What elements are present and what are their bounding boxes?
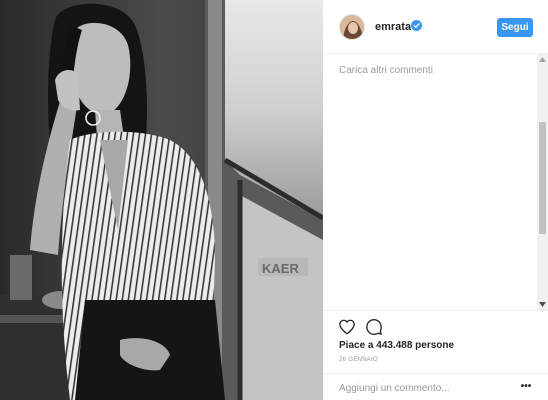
username[interactable]: emrata xyxy=(375,21,411,33)
likes-count[interactable]: Piace a 443.488 persone xyxy=(339,340,454,351)
post-photo[interactable]: KAER xyxy=(0,0,323,400)
scroll-down-arrow-icon[interactable] xyxy=(537,299,548,310)
scroll-up-arrow-icon[interactable] xyxy=(537,54,548,65)
svg-text:KAER: KAER xyxy=(262,261,299,276)
heart-icon[interactable] xyxy=(338,318,356,336)
avatar[interactable] xyxy=(339,14,365,40)
post-details-panel: emrata Segui Carica altri commenti Piace… xyxy=(323,0,548,400)
post-photo-image: KAER xyxy=(0,0,323,400)
post-actions xyxy=(323,310,548,342)
add-comment-section: ••• xyxy=(323,373,548,400)
comments-scrollbar[interactable] xyxy=(537,54,548,310)
more-options-icon[interactable]: ••• xyxy=(519,382,533,392)
scrollbar-thumb[interactable] xyxy=(539,122,546,234)
post-header: emrata Segui xyxy=(323,0,548,54)
speech-bubble-icon[interactable] xyxy=(365,318,383,336)
comment-input[interactable] xyxy=(339,380,509,396)
avatar-image xyxy=(340,15,364,39)
follow-button[interactable]: Segui xyxy=(497,18,533,37)
post-date[interactable]: 26 GENNAIO xyxy=(339,357,378,363)
verified-badge-icon xyxy=(411,20,422,31)
load-more-comments-link[interactable]: Carica altri commenti xyxy=(339,65,433,76)
comments-list[interactable]: Carica altri commenti xyxy=(323,54,548,310)
